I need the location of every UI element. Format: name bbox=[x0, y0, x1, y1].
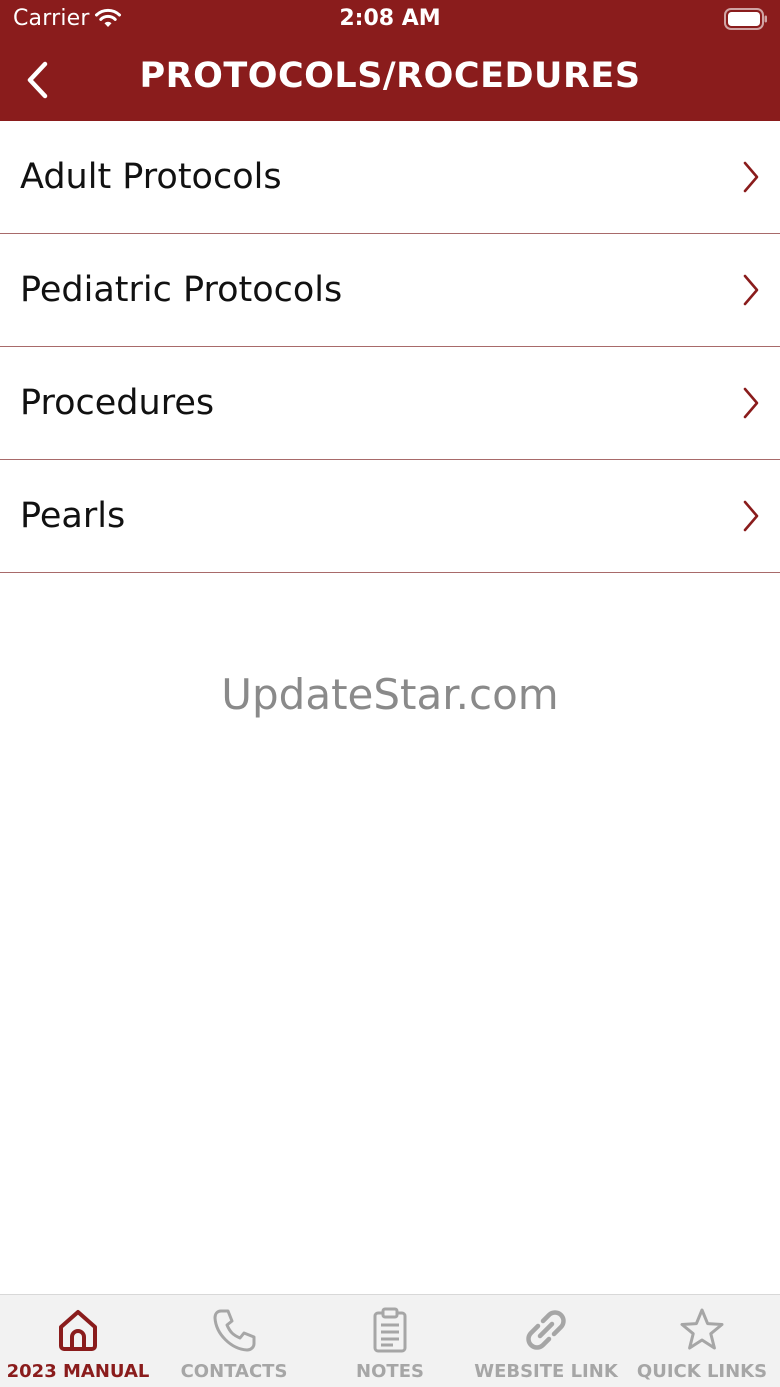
tab-label: WEBSITE LINK bbox=[474, 1361, 618, 1382]
chevron-right-icon bbox=[743, 387, 759, 419]
menu-item-adult-protocols[interactable]: Adult Protocols bbox=[0, 121, 780, 234]
protocol-menu-list: Adult Protocols Pediatric Protocols Proc… bbox=[0, 121, 780, 573]
menu-item-label: Pediatric Protocols bbox=[20, 270, 343, 310]
tab-bar: 2023 MANUAL CONTACTS NOTES WEBSITE LINK … bbox=[0, 1294, 780, 1387]
battery-icon bbox=[724, 8, 767, 30]
watermark-text: UpdateStar.com bbox=[221, 670, 559, 719]
chevron-right-icon bbox=[743, 274, 759, 306]
tab-label: QUICK LINKS bbox=[636, 1361, 768, 1382]
menu-item-pearls[interactable]: Pearls bbox=[0, 460, 780, 573]
tab-label: CONTACTS bbox=[180, 1361, 288, 1382]
tab-quick-links[interactable]: QUICK LINKS bbox=[624, 1295, 780, 1387]
tab-website-link[interactable]: WEBSITE LINK bbox=[468, 1295, 624, 1387]
menu-item-label: Adult Protocols bbox=[20, 157, 282, 197]
menu-item-procedures[interactable]: Procedures bbox=[0, 347, 780, 460]
chevron-right-icon bbox=[743, 500, 759, 532]
tab-notes[interactable]: NOTES bbox=[312, 1295, 468, 1387]
tab-label: NOTES bbox=[356, 1361, 424, 1382]
page-title: PROTOCOLS/ROCEDURES bbox=[139, 56, 641, 96]
home-icon bbox=[59, 1310, 97, 1351]
nav-header: Carrier 2:08 AM PROTOCOLS/ROCEDURES bbox=[0, 0, 780, 121]
phone-icon bbox=[213, 1309, 256, 1352]
tab-label: 2023 MANUAL bbox=[6, 1361, 150, 1382]
star-icon bbox=[680, 1308, 724, 1350]
clipboard-icon bbox=[373, 1307, 407, 1353]
menu-item-pediatric-protocols[interactable]: Pediatric Protocols bbox=[0, 234, 780, 347]
menu-item-label: Pearls bbox=[20, 496, 126, 536]
chevron-right-icon bbox=[743, 161, 759, 193]
tab-contacts[interactable]: CONTACTS bbox=[156, 1295, 312, 1387]
app-screen: Carrier 2:08 AM PROTOCOLS/ROCEDURES Adul… bbox=[0, 0, 780, 1387]
clock: 2:08 AM bbox=[339, 6, 441, 31]
status-bar: Carrier 2:08 AM bbox=[0, 0, 780, 40]
menu-item-label: Procedures bbox=[20, 383, 215, 423]
link-icon bbox=[526, 1310, 566, 1350]
tab-2023-manual[interactable]: 2023 MANUAL bbox=[0, 1295, 156, 1387]
